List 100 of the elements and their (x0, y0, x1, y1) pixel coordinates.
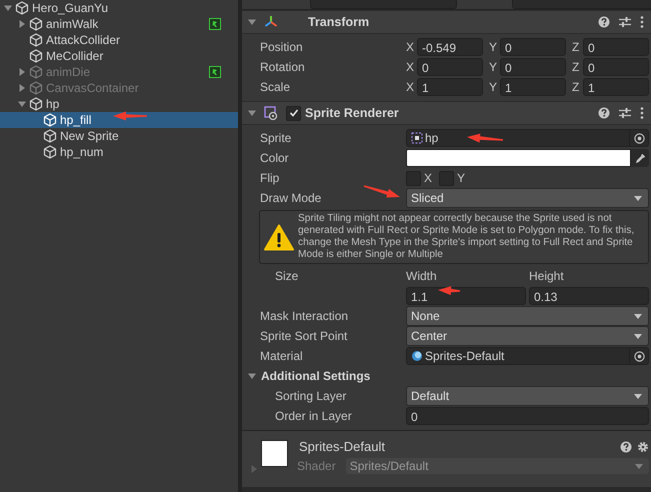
shader-label: Shader (297, 459, 336, 473)
cube-icon (29, 49, 43, 63)
help-icon[interactable] (620, 440, 632, 452)
property-label: Draw Mode (260, 191, 322, 205)
more-menu-icon[interactable] (640, 107, 644, 119)
hierarchy-item[interactable]: hp_fill (0, 112, 238, 128)
dropdown[interactable]: Center (406, 326, 649, 346)
property-label: Position (260, 40, 303, 54)
number-field[interactable]: 0 (583, 58, 649, 76)
material-ball-icon (411, 350, 423, 362)
eyedropper-icon[interactable] (634, 152, 646, 164)
hierarchy-item[interactable]: MeCollider (0, 48, 238, 64)
number-field[interactable]: 0.13 (529, 287, 649, 305)
expanded-arrow-icon[interactable] (4, 4, 12, 12)
dropdown-caret-icon (634, 314, 642, 318)
component-header[interactable]: Transform (242, 10, 651, 34)
expanded-arrow-icon[interactable] (248, 18, 256, 26)
property-label: Material (260, 349, 303, 363)
hierarchy-item[interactable]: AttackCollider (0, 32, 238, 48)
material-name: Sprites-Default (299, 439, 385, 454)
dropdown-caret-icon (635, 464, 643, 468)
number-field[interactable]: 0 (583, 38, 649, 56)
checkbox-label: Y (457, 171, 466, 185)
sprite-asset-icon (411, 132, 423, 144)
number-field[interactable]: -0.549 (417, 38, 483, 56)
component-header[interactable]: Sprite Renderer (242, 101, 651, 125)
property-label: Scale (260, 80, 290, 94)
object-picker-icon[interactable] (634, 350, 644, 362)
cube-icon (15, 1, 29, 15)
cube-icon (29, 81, 43, 95)
number-field[interactable]: 1 (583, 78, 649, 96)
sliders-icon[interactable] (619, 16, 631, 28)
component-title: Sprite Renderer (305, 106, 399, 120)
checkmark-icon (288, 108, 298, 118)
dropdown-caret-icon (634, 334, 642, 338)
object-picker-icon[interactable] (634, 132, 644, 144)
dropdown[interactable]: None (406, 306, 649, 326)
axis-label: Y (489, 60, 498, 74)
number-field[interactable]: 0 (417, 58, 483, 76)
collapsed-arrow-icon[interactable] (18, 20, 26, 28)
cube-icon (29, 17, 43, 31)
property-label: Size (274, 269, 298, 283)
cube-icon (29, 65, 43, 79)
color-field[interactable] (406, 149, 631, 167)
hierarchy-item[interactable]: New Sprite (0, 128, 238, 144)
warning-text: Sprite Tiling might not appear correctly because the Sprite used is not generated with Full Rect or Sprite Mode is set to Polygon mode. To fix this, change the Mesh Type in the Sprite's import setting to Full Rect and Sprite Mode is either Single or Multiple (298, 213, 636, 261)
hierarchy-item[interactable]: hp (0, 96, 238, 112)
axis-label: Y (489, 80, 498, 94)
property-label: Color (260, 151, 289, 165)
hierarchy-item[interactable]: Hero_GuanYu (0, 0, 238, 16)
checkbox-label: X (424, 171, 432, 185)
property-label: Sprite (260, 131, 292, 145)
component-title: Transform (308, 15, 370, 29)
object-field[interactable]: Sprites-Default (406, 347, 649, 365)
axis-label: Y (489, 40, 498, 54)
axis-label: X (406, 60, 415, 74)
sliders-icon[interactable] (619, 107, 631, 119)
cube-icon (43, 129, 57, 143)
field-label: Width (406, 269, 438, 283)
object-field[interactable]: hp (406, 129, 649, 147)
property-label: Flip (260, 171, 280, 185)
annotation-arrow (364, 185, 400, 198)
number-field[interactable]: 1.1 (406, 287, 526, 305)
annotation-arrow (113, 112, 147, 120)
warning-icon (264, 224, 294, 250)
axis-label: Z (572, 60, 580, 74)
cube-icon (43, 145, 57, 159)
property-label: Mask Interaction (260, 309, 348, 323)
transform-axes-icon (264, 15, 278, 29)
dropdown[interactable]: Default (406, 386, 649, 406)
number-field[interactable]: 1 (500, 78, 566, 96)
material-preview (261, 440, 288, 467)
help-icon[interactable] (598, 16, 610, 28)
sprite-renderer-icon (264, 106, 278, 120)
axis-label: Z (572, 80, 580, 94)
more-menu-icon[interactable] (640, 16, 644, 28)
axis-label: X (406, 80, 415, 94)
number-field[interactable]: 0 (406, 407, 649, 425)
expanded-arrow-icon[interactable] (248, 372, 256, 380)
cube-icon (43, 113, 57, 127)
hierarchy-item[interactable]: hp_num (0, 144, 238, 160)
expanded-arrow-icon[interactable] (248, 109, 256, 117)
expanded-arrow-icon[interactable] (18, 100, 26, 108)
settings-icon[interactable] (637, 440, 649, 452)
hierarchy-item[interactable]: animWalk (0, 16, 238, 32)
number-field[interactable]: 1 (417, 78, 483, 96)
axis-label: X (406, 40, 415, 54)
dropdown-caret-icon (634, 196, 642, 200)
cube-icon (29, 97, 43, 111)
number-field[interactable]: 0 (500, 58, 566, 76)
dropdown-caret-icon (634, 394, 642, 398)
help-icon[interactable] (598, 107, 610, 119)
property-label: Rotation (260, 60, 305, 74)
number-field[interactable]: 0 (500, 38, 566, 56)
checkbox[interactable] (286, 106, 301, 120)
property-label: Sorting Layer (274, 389, 346, 403)
dropdown[interactable]: Sliced (406, 188, 649, 208)
foldout-header[interactable]: Additional Settings (242, 366, 651, 386)
field-label: Height (529, 269, 565, 283)
annotation-arrow (467, 134, 504, 143)
